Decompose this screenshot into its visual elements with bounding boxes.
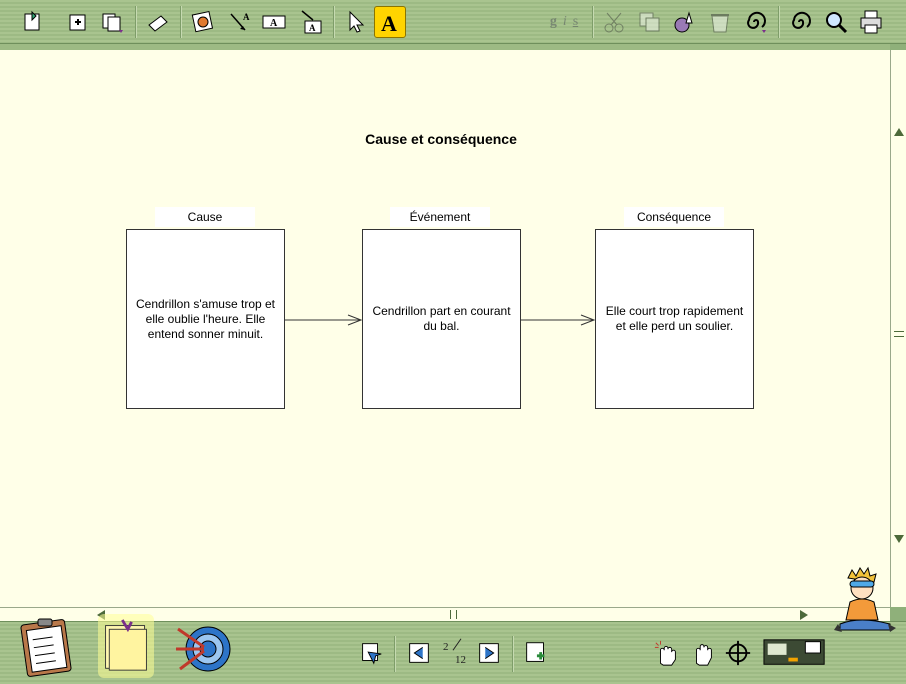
text-tool-icon[interactable]: A [374, 6, 406, 38]
print-icon[interactable] [855, 6, 887, 38]
target-icon[interactable] [174, 619, 234, 677]
next-page-icon[interactable] [472, 636, 506, 670]
scroll-thumb-grip[interactable] [894, 331, 904, 337]
italic-style[interactable]: i [563, 14, 567, 30]
pointer-tool-icon[interactable] [340, 6, 372, 38]
checklist-icon[interactable] [18, 616, 78, 678]
scroll-down-arrow[interactable] [894, 535, 904, 543]
box-event[interactable]: Cendrillon part en courant du bal. [362, 229, 521, 409]
current-page: 2 [443, 641, 449, 653]
connector-arrowhead-2 [580, 314, 596, 326]
hscroll-thumb-grip[interactable] [450, 610, 457, 619]
notes-icon[interactable] [98, 614, 154, 678]
box-label-event[interactable]: Événement [390, 207, 490, 227]
linked-text-icon[interactable]: A [295, 6, 327, 38]
box-label-consequence[interactable]: Conséquence [624, 207, 724, 227]
box-label-cause[interactable]: Cause [155, 207, 255, 227]
diagram-title[interactable]: Cause et conséquence [0, 131, 882, 147]
page-counter: 2 12 [441, 638, 471, 671]
text-box-icon[interactable]: A [258, 6, 290, 38]
scroll-up-arrow[interactable] [894, 128, 904, 136]
text-style-group[interactable]: g i s [540, 6, 588, 38]
box-cause[interactable]: Cendrillon s'amuse trop et elle oublie l… [126, 229, 285, 409]
main-toolbar: A A A A g i s [0, 0, 906, 44]
new-document-icon[interactable] [18, 6, 50, 38]
new-page-icon[interactable] [519, 636, 553, 670]
svg-text:A: A [243, 12, 250, 22]
search-icon[interactable] [820, 6, 852, 38]
picture-icon[interactable] [187, 6, 219, 38]
scroll-right-arrow[interactable] [800, 610, 808, 620]
mascot-kid-icon[interactable] [832, 566, 898, 638]
paste-icon[interactable] [669, 6, 701, 38]
box-text-consequence: Elle court trop rapidement et elle perd … [605, 304, 744, 333]
spiral-menu-icon[interactable] [740, 6, 772, 38]
overview-map-icon[interactable] [760, 636, 830, 670]
svg-text:A: A [270, 18, 278, 29]
add-page-icon[interactable] [62, 6, 94, 38]
copy-icon[interactable] [634, 6, 666, 38]
connector-tool-icon[interactable]: A [223, 6, 255, 38]
box-text-cause: Cendrillon s'amuse trop et elle oublie l… [135, 296, 276, 341]
diagram-canvas[interactable]: Cause et conséquence Cause Cendrillon s'… [0, 44, 890, 607]
pin-page-icon[interactable] [354, 636, 388, 670]
box-consequence[interactable]: Elle court trop rapidement et elle perd … [595, 229, 754, 409]
trash-icon[interactable] [704, 6, 736, 38]
eraser-icon[interactable] [142, 6, 174, 38]
previous-page-icon[interactable] [402, 636, 436, 670]
spiral-icon[interactable] [785, 6, 817, 38]
svg-text:A: A [309, 23, 316, 33]
svg-text:A: A [381, 11, 397, 36]
connector-arrowhead-1 [347, 314, 363, 326]
bold-style[interactable]: g [550, 14, 557, 30]
box-text-event: Cendrillon part en courant du bal. [372, 304, 511, 333]
cut-icon[interactable] [599, 6, 631, 38]
total-pages: 12 [455, 654, 466, 666]
vertical-scrollbar[interactable] [890, 50, 906, 607]
pan-hand-icon[interactable] [686, 636, 720, 670]
magic-hand-icon[interactable] [650, 636, 684, 670]
underline-style[interactable]: s [573, 14, 578, 30]
pages-menu-icon[interactable] [97, 6, 129, 38]
crosshair-icon[interactable] [721, 636, 755, 670]
